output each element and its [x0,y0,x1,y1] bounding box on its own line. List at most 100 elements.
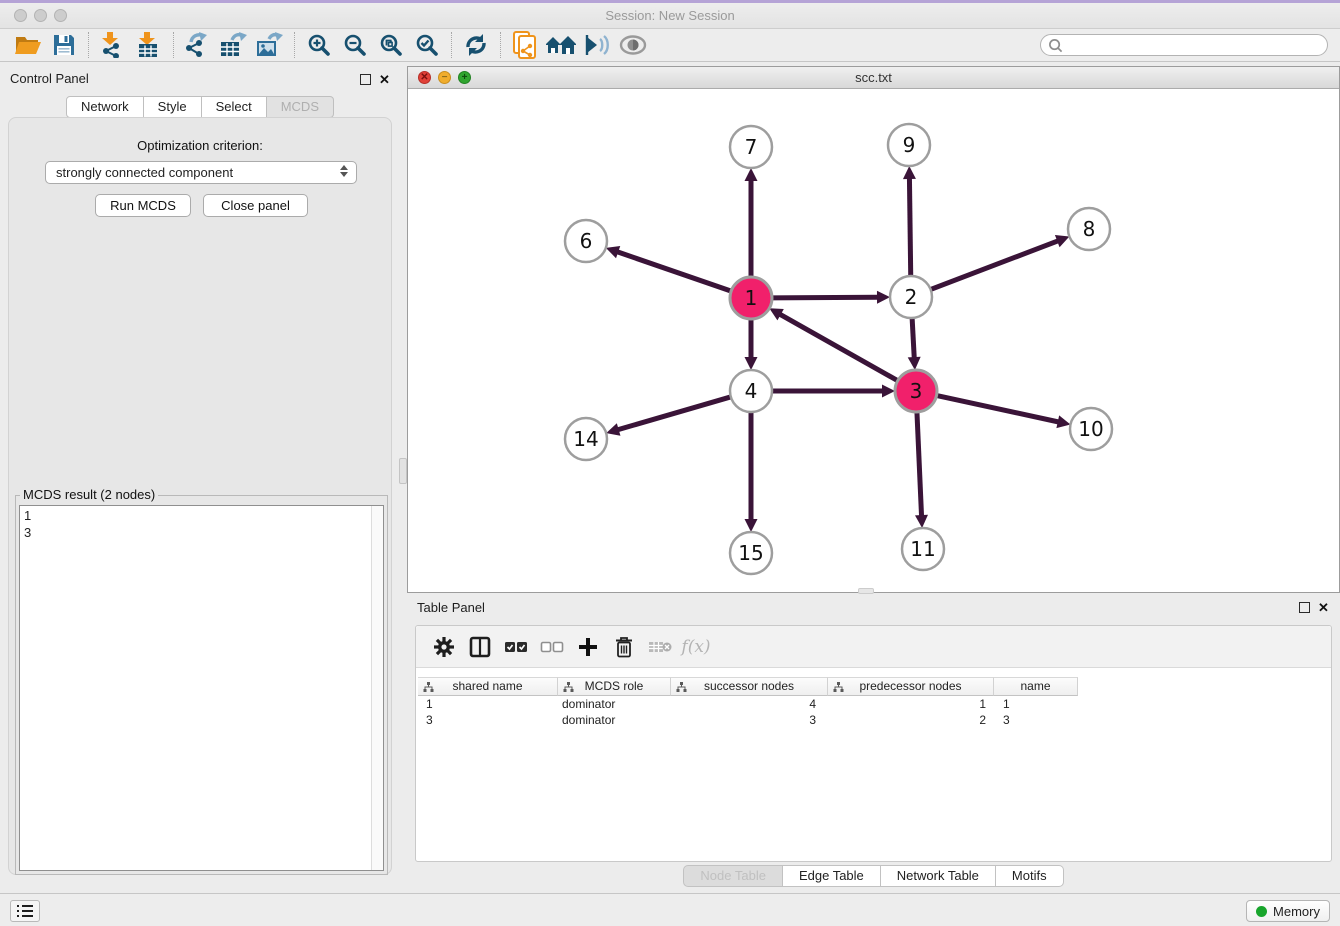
zoom-in-icon[interactable] [301,30,337,60]
duplicate-network-icon[interactable] [507,30,543,60]
edge-3-1[interactable] [780,314,900,381]
network-window-title: scc.txt [408,70,1339,85]
function-builder-icon[interactable]: f(x) [678,632,714,662]
network-window-titlebar[interactable]: ✕ − + scc.txt [408,67,1339,89]
network-canvas[interactable]: 7968124314101511 [408,89,1339,592]
edge-3-10[interactable] [935,395,1059,422]
edge-arrowhead [606,423,620,435]
tab-style[interactable]: Style [144,96,202,118]
column-header-name[interactable]: name [994,677,1078,696]
cell[interactable]: dominator [558,696,671,712]
export-network-icon[interactable] [180,30,216,60]
close-panel-icon[interactable]: ✕ [379,74,390,85]
edge-arrowhead [745,519,758,532]
cell[interactable]: dominator [558,712,671,728]
edge-1-2[interactable] [770,297,878,298]
edge-arrowhead [745,357,758,370]
show-panel-eye-icon[interactable] [615,30,651,60]
optimization-criterion-dropdown[interactable]: strongly connected component [45,161,357,184]
zoom-fit-icon[interactable] [373,30,409,60]
search-box[interactable] [1040,34,1328,56]
show-columns-icon[interactable] [462,632,498,662]
tab-edge-table[interactable]: Edge Table [783,865,881,887]
table-row[interactable]: 1dominator411 [418,696,1329,712]
result-scrollbar[interactable] [371,506,383,870]
cell[interactable]: 1 [828,696,994,712]
zoom-selected-icon[interactable] [409,30,445,60]
edge-2-9[interactable] [909,178,910,278]
import-table-icon[interactable] [131,30,167,60]
edge-1-6[interactable] [617,252,733,292]
node-label-7: 7 [745,135,758,159]
edge-4-14[interactable] [618,396,733,429]
tab-select[interactable]: Select [202,96,267,118]
dropdown-arrows-icon [340,165,348,177]
float-panel-icon[interactable] [360,74,371,85]
search-input[interactable] [1063,37,1317,53]
tab-mcds[interactable]: MCDS [267,96,334,118]
column-header-mcds-role[interactable]: MCDS role [558,677,671,696]
node-label-14: 14 [573,427,598,451]
network-view-window: ✕ − + scc.txt 7968124314101511 [407,66,1340,593]
column-label: successor nodes [704,679,794,693]
float-table-panel-icon[interactable] [1299,602,1310,613]
table-body: 1dominator4113dominator323 [418,696,1329,728]
save-session-icon[interactable] [46,30,82,60]
mcds-result-group: MCDS result (2 nodes) 1 3 [15,495,388,875]
memory-label: Memory [1273,904,1320,919]
toolbar-separator [294,32,295,58]
table-row[interactable]: 3dominator323 [418,712,1329,728]
refresh-layout-icon[interactable] [458,30,494,60]
control-panel-title: Control Panel [10,71,89,86]
node-label-8: 8 [1083,217,1096,241]
edge-arrowhead [908,357,921,370]
table-options-gear-icon[interactable] [426,632,462,662]
network-resize-handle[interactable] [858,588,874,594]
import-network-icon[interactable] [95,30,131,60]
toolbar-separator [88,32,89,58]
delete-columns-icon[interactable] [606,632,642,662]
export-table-icon[interactable] [216,30,252,60]
edge-arrowhead [903,166,916,179]
column-header-shared-name[interactable]: shared name [418,677,558,696]
select-all-columns-icon[interactable] [498,632,534,662]
cell[interactable]: 3 [994,712,1078,728]
tab-motifs[interactable]: Motifs [996,865,1064,887]
task-history-icon[interactable] [10,900,40,922]
column-header-successor-nodes[interactable]: successor nodes [671,677,828,696]
edge-arrowhead [882,385,895,398]
cell[interactable]: 4 [671,696,828,712]
edge-2-3[interactable] [912,316,914,358]
delete-table-icon[interactable] [642,632,678,662]
table-panel-title: Table Panel [417,600,485,615]
node-table-card: f(x) shared nameMCDS role successor nodes… [415,625,1332,862]
run-mcds-button[interactable]: Run MCDS [95,194,191,217]
export-image-icon[interactable] [252,30,288,60]
table-header-row: shared nameMCDS role successor nodes prede… [418,677,1078,696]
cell[interactable]: 2 [828,712,994,728]
mcds-result-text[interactable]: 1 3 [19,505,384,871]
unselect-all-columns-icon[interactable] [534,632,570,662]
edge-arrowhead [877,291,890,304]
cell[interactable]: 1 [418,696,558,712]
create-column-icon[interactable] [570,632,606,662]
zoom-out-icon[interactable] [337,30,373,60]
hide-panel-icon[interactable] [579,30,615,60]
network-graph[interactable]: 7968124314101511 [408,89,1339,592]
cell[interactable]: 1 [994,696,1078,712]
close-panel-button[interactable]: Close panel [203,194,308,217]
tab-network-table[interactable]: Network Table [881,865,996,887]
home-icon[interactable] [543,30,579,60]
open-session-icon[interactable] [10,30,46,60]
panel-splitter-handle[interactable] [399,458,407,484]
close-table-panel-icon[interactable]: ✕ [1318,602,1329,613]
edge-2-8[interactable] [929,241,1058,290]
control-panel-controls: ✕ [360,74,390,85]
cell[interactable]: 3 [418,712,558,728]
edge-3-11[interactable] [917,410,922,516]
memory-button[interactable]: Memory [1246,900,1330,922]
tab-node-table[interactable]: Node Table [683,865,783,887]
tab-network[interactable]: Network [66,96,144,118]
column-header-predecessor-nodes[interactable]: predecessor nodes [828,677,994,696]
cell[interactable]: 3 [671,712,828,728]
